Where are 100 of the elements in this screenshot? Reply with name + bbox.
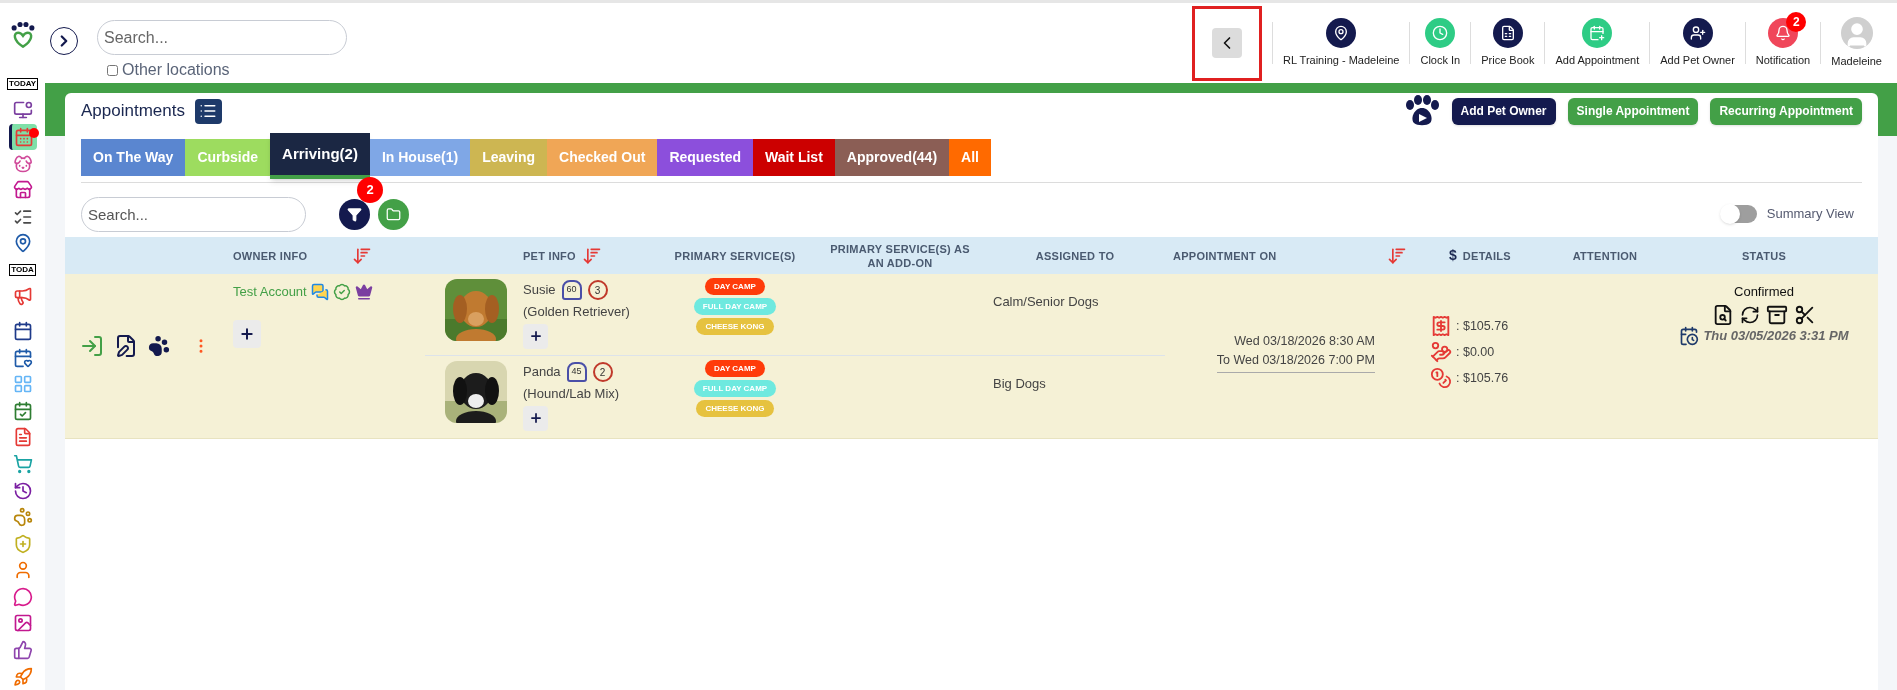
assigned-group: Big Dogs [993, 376, 1046, 391]
add-button[interactable] [233, 319, 261, 348]
paw-video-icon[interactable] [1403, 95, 1440, 127]
sidebar-icon [12, 153, 33, 174]
sidebar-icon [12, 666, 33, 687]
service-tag: DAY CAMP [705, 360, 765, 377]
visit-count: 2 [592, 362, 613, 382]
add-button[interactable] [523, 405, 548, 431]
list-view-button[interactable] [194, 98, 222, 124]
status-tab[interactable]: On The Way [81, 139, 186, 176]
calendar-clock-icon [1679, 325, 1700, 346]
amount: : $0.00 [1456, 343, 1495, 361]
sidebar-icon [12, 400, 33, 421]
service-tag: DAY CAMP [705, 278, 765, 295]
sidebar-icon [12, 453, 33, 474]
status-text: Confirmed [1734, 283, 1794, 301]
service-tag: CHEESE KONG [696, 318, 774, 335]
sidebar-icon [12, 286, 33, 307]
column-header: PRIMARY SERVICE(S) AS AN ADD-ON [829, 241, 971, 270]
nav-button[interactable]: RL Training - Madeleine [1273, 17, 1410, 69]
column-header: PET INFO [523, 248, 576, 263]
detail-icon [1430, 367, 1452, 389]
collapse-button[interactable] [1212, 28, 1243, 58]
sidebar-icon [12, 100, 33, 121]
nav-button[interactable]: Add Pet Owner [1650, 17, 1745, 69]
status-tab[interactable]: Approved(44) [834, 139, 950, 176]
detail-icon [1430, 315, 1452, 337]
appointment-time: Wed 03/18/2026 8:30 AM [1234, 332, 1375, 350]
today-label: TODAY [6, 77, 39, 90]
column-header: OWNER INFO [233, 248, 308, 263]
search-field[interactable]: Search... [97, 20, 347, 55]
plus-icon [528, 329, 543, 343]
nav-icon [1425, 17, 1456, 48]
status-tab[interactable]: Requested [657, 139, 753, 176]
sidebar-icon [12, 180, 33, 201]
nav-button[interactable]: Madeleine [1821, 16, 1892, 70]
sidebar-icon [12, 347, 33, 368]
nav-button[interactable]: Price Book [1471, 17, 1545, 69]
detail-icon [1430, 341, 1452, 363]
amount: : $105.76 [1456, 317, 1509, 335]
visit-count: 3 [587, 280, 608, 300]
amount: : $105.76 [1456, 369, 1509, 387]
column-header: APPOINTMENT ON [1173, 248, 1277, 263]
check-in-icon[interactable] [80, 334, 104, 358]
refresh-icon[interactable] [1740, 304, 1760, 325]
paw-icon[interactable] [148, 335, 170, 357]
badge-icon [332, 282, 351, 301]
archive-icon[interactable] [1766, 303, 1788, 326]
grooming-icon[interactable] [1794, 303, 1816, 326]
pet-name[interactable]: Panda [523, 362, 561, 382]
appointment-time: To Wed 03/18/2026 7:00 PM [1216, 351, 1375, 369]
sidebar-icon [12, 321, 33, 342]
weight-tag: 60 [561, 280, 582, 300]
pet-breed: (Hound/Lab Mix) [523, 385, 620, 403]
service-tag: FULL DAY CAMP [693, 298, 777, 315]
plus-icon [528, 411, 543, 425]
add-button[interactable] [523, 323, 548, 349]
folder-icon [386, 206, 401, 222]
sidebar-item[interactable]: TODA [8, 256, 37, 284]
avatar-icon [1840, 16, 1873, 49]
weight-tag: 45 [566, 362, 587, 382]
sidebar-item[interactable] [8, 123, 37, 151]
dollar-sign: $ [1449, 246, 1457, 265]
sidebar-item[interactable]: TODAY [8, 70, 37, 98]
nav-button[interactable]: Clock In [1410, 17, 1471, 69]
service-tag: CHEESE KONG [696, 400, 774, 417]
list-icon [199, 102, 218, 120]
status-tab[interactable]: Wait List [753, 139, 835, 176]
pet-name[interactable]: Susie [523, 280, 556, 300]
assigned-group: Calm/Senior Dogs [993, 294, 1099, 309]
column-header: ASSIGNED TO [1035, 248, 1115, 263]
plus-icon [239, 325, 255, 342]
nav-icon [1682, 17, 1713, 48]
page-title: Appointments [81, 100, 185, 123]
sidebar-icon [14, 127, 34, 147]
nav-icon [1492, 17, 1523, 48]
other-locations-checkbox[interactable] [107, 64, 118, 76]
toggle-label: Summary View [1766, 205, 1854, 224]
filter-button[interactable] [339, 198, 370, 230]
folder-button[interactable] [378, 198, 409, 230]
sidebar-icon [12, 640, 33, 660]
chat-icon[interactable] [310, 282, 329, 301]
summary-toggle[interactable] [1721, 205, 1757, 223]
sidebar-icon [12, 613, 33, 634]
column-header: PRIMARY SERVICE(S) [674, 248, 796, 263]
filter-count-badge: 2 [357, 176, 383, 203]
column-header: STATUS [1742, 248, 1786, 263]
notes-icon[interactable] [114, 334, 138, 358]
checkbox-label: Other locations [122, 60, 230, 80]
action-button[interactable]: Add Pet Owner [1451, 97, 1556, 125]
pet-breed: (Golden Retriever) [523, 303, 630, 321]
search-field[interactable]: Search... [81, 196, 306, 232]
crown-icon [354, 282, 373, 301]
nav-button[interactable]: Add Appointment [1545, 17, 1650, 69]
service-tag: FULL DAY CAMP [693, 380, 777, 397]
status-date: Thu 03/05/2026 3:31 PM [1703, 326, 1849, 345]
view-icon[interactable] [1712, 303, 1734, 326]
today-label: TODA [9, 263, 36, 276]
status-tab[interactable]: Arriving(2) [270, 133, 370, 179]
sidebar-icon [12, 480, 33, 501]
